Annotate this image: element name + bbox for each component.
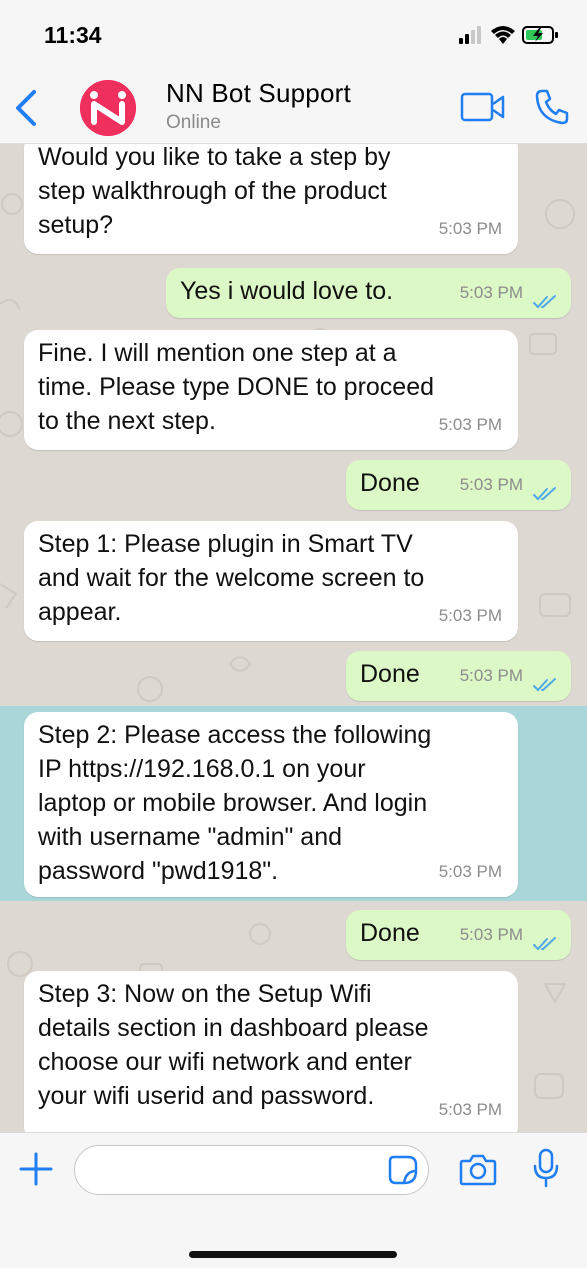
- sticker-icon: [388, 1155, 418, 1185]
- message-text: Would you like to take a step by step wa…: [38, 144, 391, 239]
- cellular-signal-icon: [459, 26, 481, 44]
- incoming-message-highlighted[interactable]: Step 2: Please access the following IP h…: [24, 712, 518, 897]
- sticker-button[interactable]: [388, 1155, 418, 1190]
- status-icons: [455, 22, 565, 48]
- back-button[interactable]: [12, 88, 42, 128]
- outgoing-message[interactable]: Done 5:03 PM: [346, 910, 571, 960]
- camera-button[interactable]: [459, 1153, 497, 1192]
- message-time: 5:03 PM: [459, 666, 523, 685]
- contact-status: Online: [166, 112, 221, 133]
- chevron-left-icon: [16, 90, 36, 126]
- outgoing-message[interactable]: Yes i would love to. 5:03 PM: [166, 268, 571, 318]
- outgoing-message[interactable]: Done 5:03 PM: [346, 460, 571, 510]
- incoming-message[interactable]: Step 1: Please plugin in Smart TV and wa…: [24, 521, 518, 641]
- battery-icon: [522, 26, 558, 44]
- incoming-message[interactable]: Step 3: Now on the Setup Wifi details se…: [24, 971, 518, 1132]
- message-text: Done: [360, 469, 420, 497]
- video-camera-icon: [460, 92, 505, 122]
- composer-bar: [0, 1132, 587, 1268]
- double-check-icon: [533, 678, 556, 692]
- message-text: Yes i would love to.: [180, 277, 394, 305]
- camera-icon: [459, 1154, 497, 1186]
- message-time: 5:03 PM: [438, 606, 502, 625]
- message-text: Step 2: Please access the following IP h…: [38, 721, 432, 885]
- home-indicator: [189, 1251, 397, 1258]
- nn-logo-icon: [80, 80, 136, 136]
- plus-icon: [19, 1152, 53, 1186]
- incoming-message[interactable]: Fine. I will mention one step at a time.…: [24, 330, 518, 450]
- status-time: 11:34: [44, 22, 102, 48]
- double-check-icon: [533, 295, 556, 309]
- message-time: 5:03 PM: [438, 862, 502, 881]
- phone-icon: [535, 89, 569, 125]
- outgoing-message[interactable]: Done 5:03 PM: [346, 651, 571, 701]
- message-text: Step 1: Please plugin in Smart TV and wa…: [38, 530, 425, 626]
- voice-call-button[interactable]: [534, 88, 570, 131]
- microphone-icon: [533, 1148, 559, 1188]
- status-bar: 11:34: [0, 0, 587, 72]
- message-text: Done: [360, 660, 420, 688]
- attach-button[interactable]: [18, 1151, 54, 1192]
- message-time: 5:03 PM: [459, 925, 523, 944]
- double-check-icon: [533, 487, 556, 501]
- chat-messages[interactable]: Would you like to take a step by step wa…: [0, 144, 587, 1132]
- microphone-button[interactable]: [531, 1147, 561, 1194]
- message-time: 5:03 PM: [438, 1100, 502, 1119]
- message-time: 5:03 PM: [438, 219, 502, 238]
- message-text: Done: [360, 919, 420, 947]
- contact-name[interactable]: NN Bot Support: [166, 78, 351, 109]
- message-time: 5:03 PM: [459, 475, 523, 494]
- message-input[interactable]: [74, 1145, 429, 1195]
- wifi-icon: [491, 26, 515, 44]
- avatar[interactable]: [80, 80, 136, 136]
- incoming-message[interactable]: Would you like to take a step by step wa…: [24, 144, 518, 254]
- video-call-button[interactable]: [460, 92, 506, 127]
- chat-header: NN Bot Support Online: [0, 72, 587, 144]
- message-time: 5:03 PM: [438, 415, 502, 434]
- message-text: Fine. I will mention one step at a time.…: [38, 339, 435, 435]
- message-text: Step 3: Now on the Setup Wifi details se…: [38, 980, 429, 1110]
- message-time: 5:03 PM: [459, 283, 523, 302]
- double-check-icon: [533, 937, 556, 951]
